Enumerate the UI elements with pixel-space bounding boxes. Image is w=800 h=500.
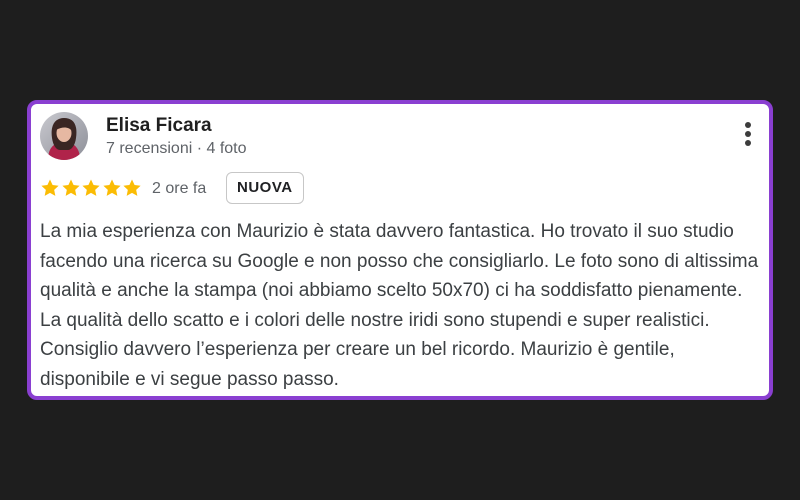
author-meta: 7 recensioni · 4 foto: [106, 140, 247, 157]
review-time: 2 ore fa: [152, 180, 207, 197]
author-name[interactable]: Elisa Ficara: [106, 115, 212, 137]
star-rating: [40, 178, 143, 200]
new-badge: NUOVA: [226, 172, 304, 204]
review-text: La mia esperienza con Maurizio è stata d…: [40, 221, 759, 390]
avatar[interactable]: [40, 112, 88, 160]
star-icon: [41, 179, 59, 196]
star-icon: [82, 179, 100, 196]
menu-dot: [745, 140, 751, 146]
avatar-image: [40, 112, 88, 160]
page: Elisa Ficara 7 recensioni · 4 foto 2 ore…: [0, 0, 800, 500]
review-card: Elisa Ficara 7 recensioni · 4 foto 2 ore…: [27, 100, 773, 400]
star-icon: [102, 179, 121, 196]
star-icon: [123, 179, 141, 196]
star-icon: [61, 179, 80, 196]
menu-dot: [745, 122, 751, 128]
more-vert-icon[interactable]: [740, 122, 756, 152]
menu-dot: [745, 131, 751, 137]
